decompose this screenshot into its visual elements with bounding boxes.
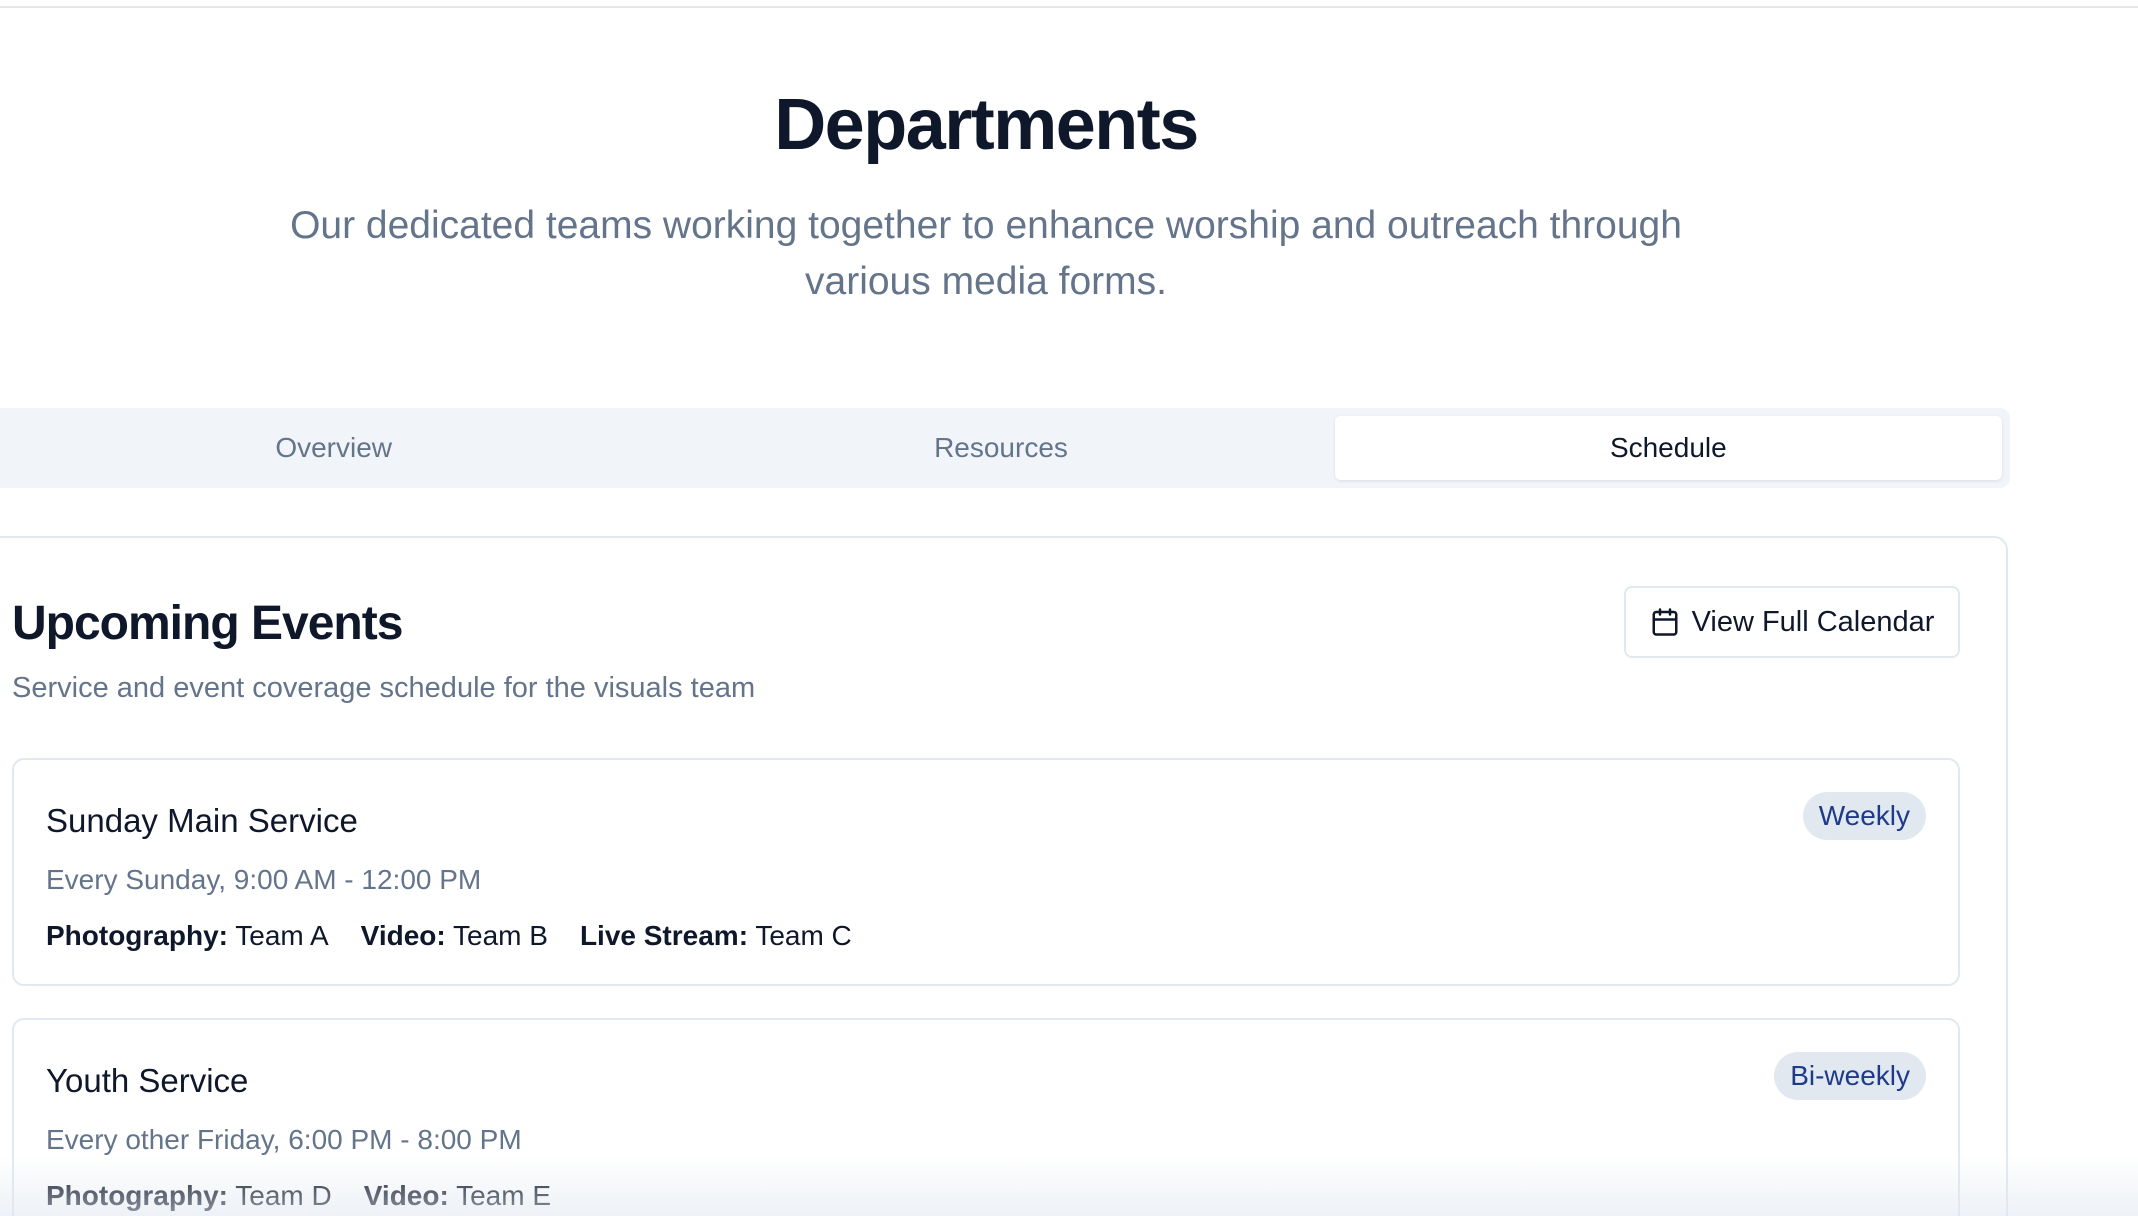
assignment-live-stream: Live Stream: Team C — [580, 920, 852, 952]
event-time: Every Sunday, 9:00 AM - 12:00 PM — [46, 864, 482, 895]
assignment-role: Live Stream: — [579, 920, 749, 951]
upcoming-events-description: Service and event coverage schedule for … — [12, 672, 756, 704]
assignment-role: Photography: — [46, 1180, 228, 1211]
tab-overview[interactable]: Overview — [0, 416, 667, 480]
assignment-team: Team E — [456, 1180, 552, 1211]
event-item[interactable]: Youth Service Bi-weekly Every other Frid… — [12, 1018, 1960, 1216]
view-full-calendar-label: View Full Calendar — [1691, 605, 1935, 638]
tab-resources[interactable]: Resources — [667, 416, 1334, 480]
assignment-video: Video: Team B — [361, 920, 548, 952]
event-name: Youth Service — [46, 1062, 249, 1099]
event-time: Every other Friday, 6:00 PM - 8:00 PM — [46, 1124, 522, 1155]
page-title: Departments — [774, 85, 1199, 165]
subtitle-line-2: various media forms. — [805, 260, 1167, 303]
view-full-calendar-button[interactable]: View Full Calendar — [1624, 586, 1960, 658]
assignment-role: Video: — [363, 1180, 449, 1211]
top-divider — [0, 6, 2138, 8]
assignment-team: Team A — [235, 920, 329, 951]
calendar-icon — [1650, 607, 1680, 637]
event-assignments: Photography: Team D Video: Team E — [46, 1180, 551, 1212]
assignment-photography: Photography: Team D — [46, 1180, 332, 1212]
upcoming-events-title: Upcoming Events — [12, 597, 403, 650]
assignment-team: Team C — [755, 920, 852, 951]
tab-schedule[interactable]: Schedule — [1334, 416, 2002, 480]
event-name: Sunday Main Service — [46, 802, 358, 839]
assignment-role: Photography: — [46, 920, 228, 951]
page-subtitle: Our dedicated teams working together to … — [270, 198, 1702, 310]
page: Departments Our dedicated teams working … — [0, 0, 2138, 1216]
subtitle-line-1: Our dedicated teams working together to … — [290, 204, 1682, 247]
assignment-video: Video: Team E — [364, 1180, 551, 1212]
frequency-badge: Weekly — [1802, 792, 1926, 840]
event-item[interactable]: Sunday Main Service Weekly Every Sunday,… — [12, 758, 1960, 986]
assignment-team: Team B — [453, 920, 548, 951]
frequency-badge: Bi-weekly — [1774, 1052, 1926, 1100]
assignment-photography: Photography: Team A — [46, 920, 329, 952]
department-tabs: Overview Resources Schedule — [0, 408, 2010, 488]
event-assignments: Photography: Team A Video: Team B Live S… — [46, 920, 852, 952]
assignment-team: Team D — [235, 1180, 332, 1211]
assignment-role: Video: — [360, 920, 446, 951]
